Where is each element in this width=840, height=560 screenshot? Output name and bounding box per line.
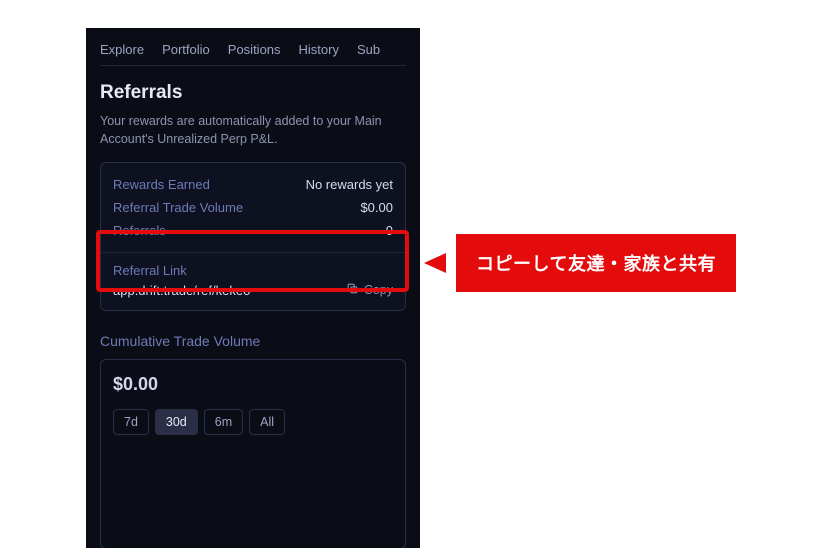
stat-rewards: Rewards Earned No rewards yet [113, 173, 393, 196]
stat-referrals-label: Referrals [113, 223, 166, 238]
stat-rewards-label: Rewards Earned [113, 177, 210, 192]
stat-volume-value: $0.00 [360, 200, 393, 215]
referral-stats-card: Rewards Earned No rewards yet Referral T… [100, 162, 406, 311]
referral-link-block: Referral Link app.drift.trade/ref/kekeo … [101, 252, 405, 310]
page-subtitle: Your rewards are automatically added to … [100, 112, 406, 148]
tab-positions[interactable]: Positions [228, 42, 281, 57]
tab-history[interactable]: History [299, 42, 339, 57]
copy-label: Copy [364, 283, 393, 297]
copy-icon [346, 282, 359, 298]
cumulative-title: Cumulative Trade Volume [100, 333, 406, 349]
annotation-callout: コピーして友達・家族と共有 [456, 234, 736, 292]
stat-referrals-value: 0 [386, 223, 393, 238]
tab-bar: Explore Portfolio Positions History Sub [100, 42, 406, 66]
range-6m[interactable]: 6m [204, 409, 243, 435]
referral-link-label: Referral Link [113, 263, 393, 278]
cumulative-chart-card: $0.00 7d 30d 6m All [100, 359, 406, 548]
annotation-arrow-icon [424, 253, 446, 273]
stat-volume-label: Referral Trade Volume [113, 200, 243, 215]
annotation-text: コピーして友達・家族と共有 [476, 254, 716, 274]
range-selector: 7d 30d 6m All [113, 409, 393, 435]
tab-sub[interactable]: Sub [357, 42, 380, 57]
tab-portfolio[interactable]: Portfolio [162, 42, 210, 57]
tab-explore[interactable]: Explore [100, 42, 144, 57]
stat-volume: Referral Trade Volume $0.00 [113, 196, 393, 219]
stat-referrals: Referrals 0 [113, 219, 393, 242]
copy-button[interactable]: Copy [346, 282, 393, 298]
range-7d[interactable]: 7d [113, 409, 149, 435]
range-30d[interactable]: 30d [155, 409, 198, 435]
referral-link-url: app.drift.trade/ref/kekeo [113, 283, 250, 298]
stat-rewards-value: No rewards yet [306, 177, 393, 192]
cumulative-amount: $0.00 [113, 374, 393, 395]
referrals-panel: Explore Portfolio Positions History Sub … [86, 28, 420, 548]
page-title: Referrals [100, 82, 406, 104]
range-all[interactable]: All [249, 409, 285, 435]
